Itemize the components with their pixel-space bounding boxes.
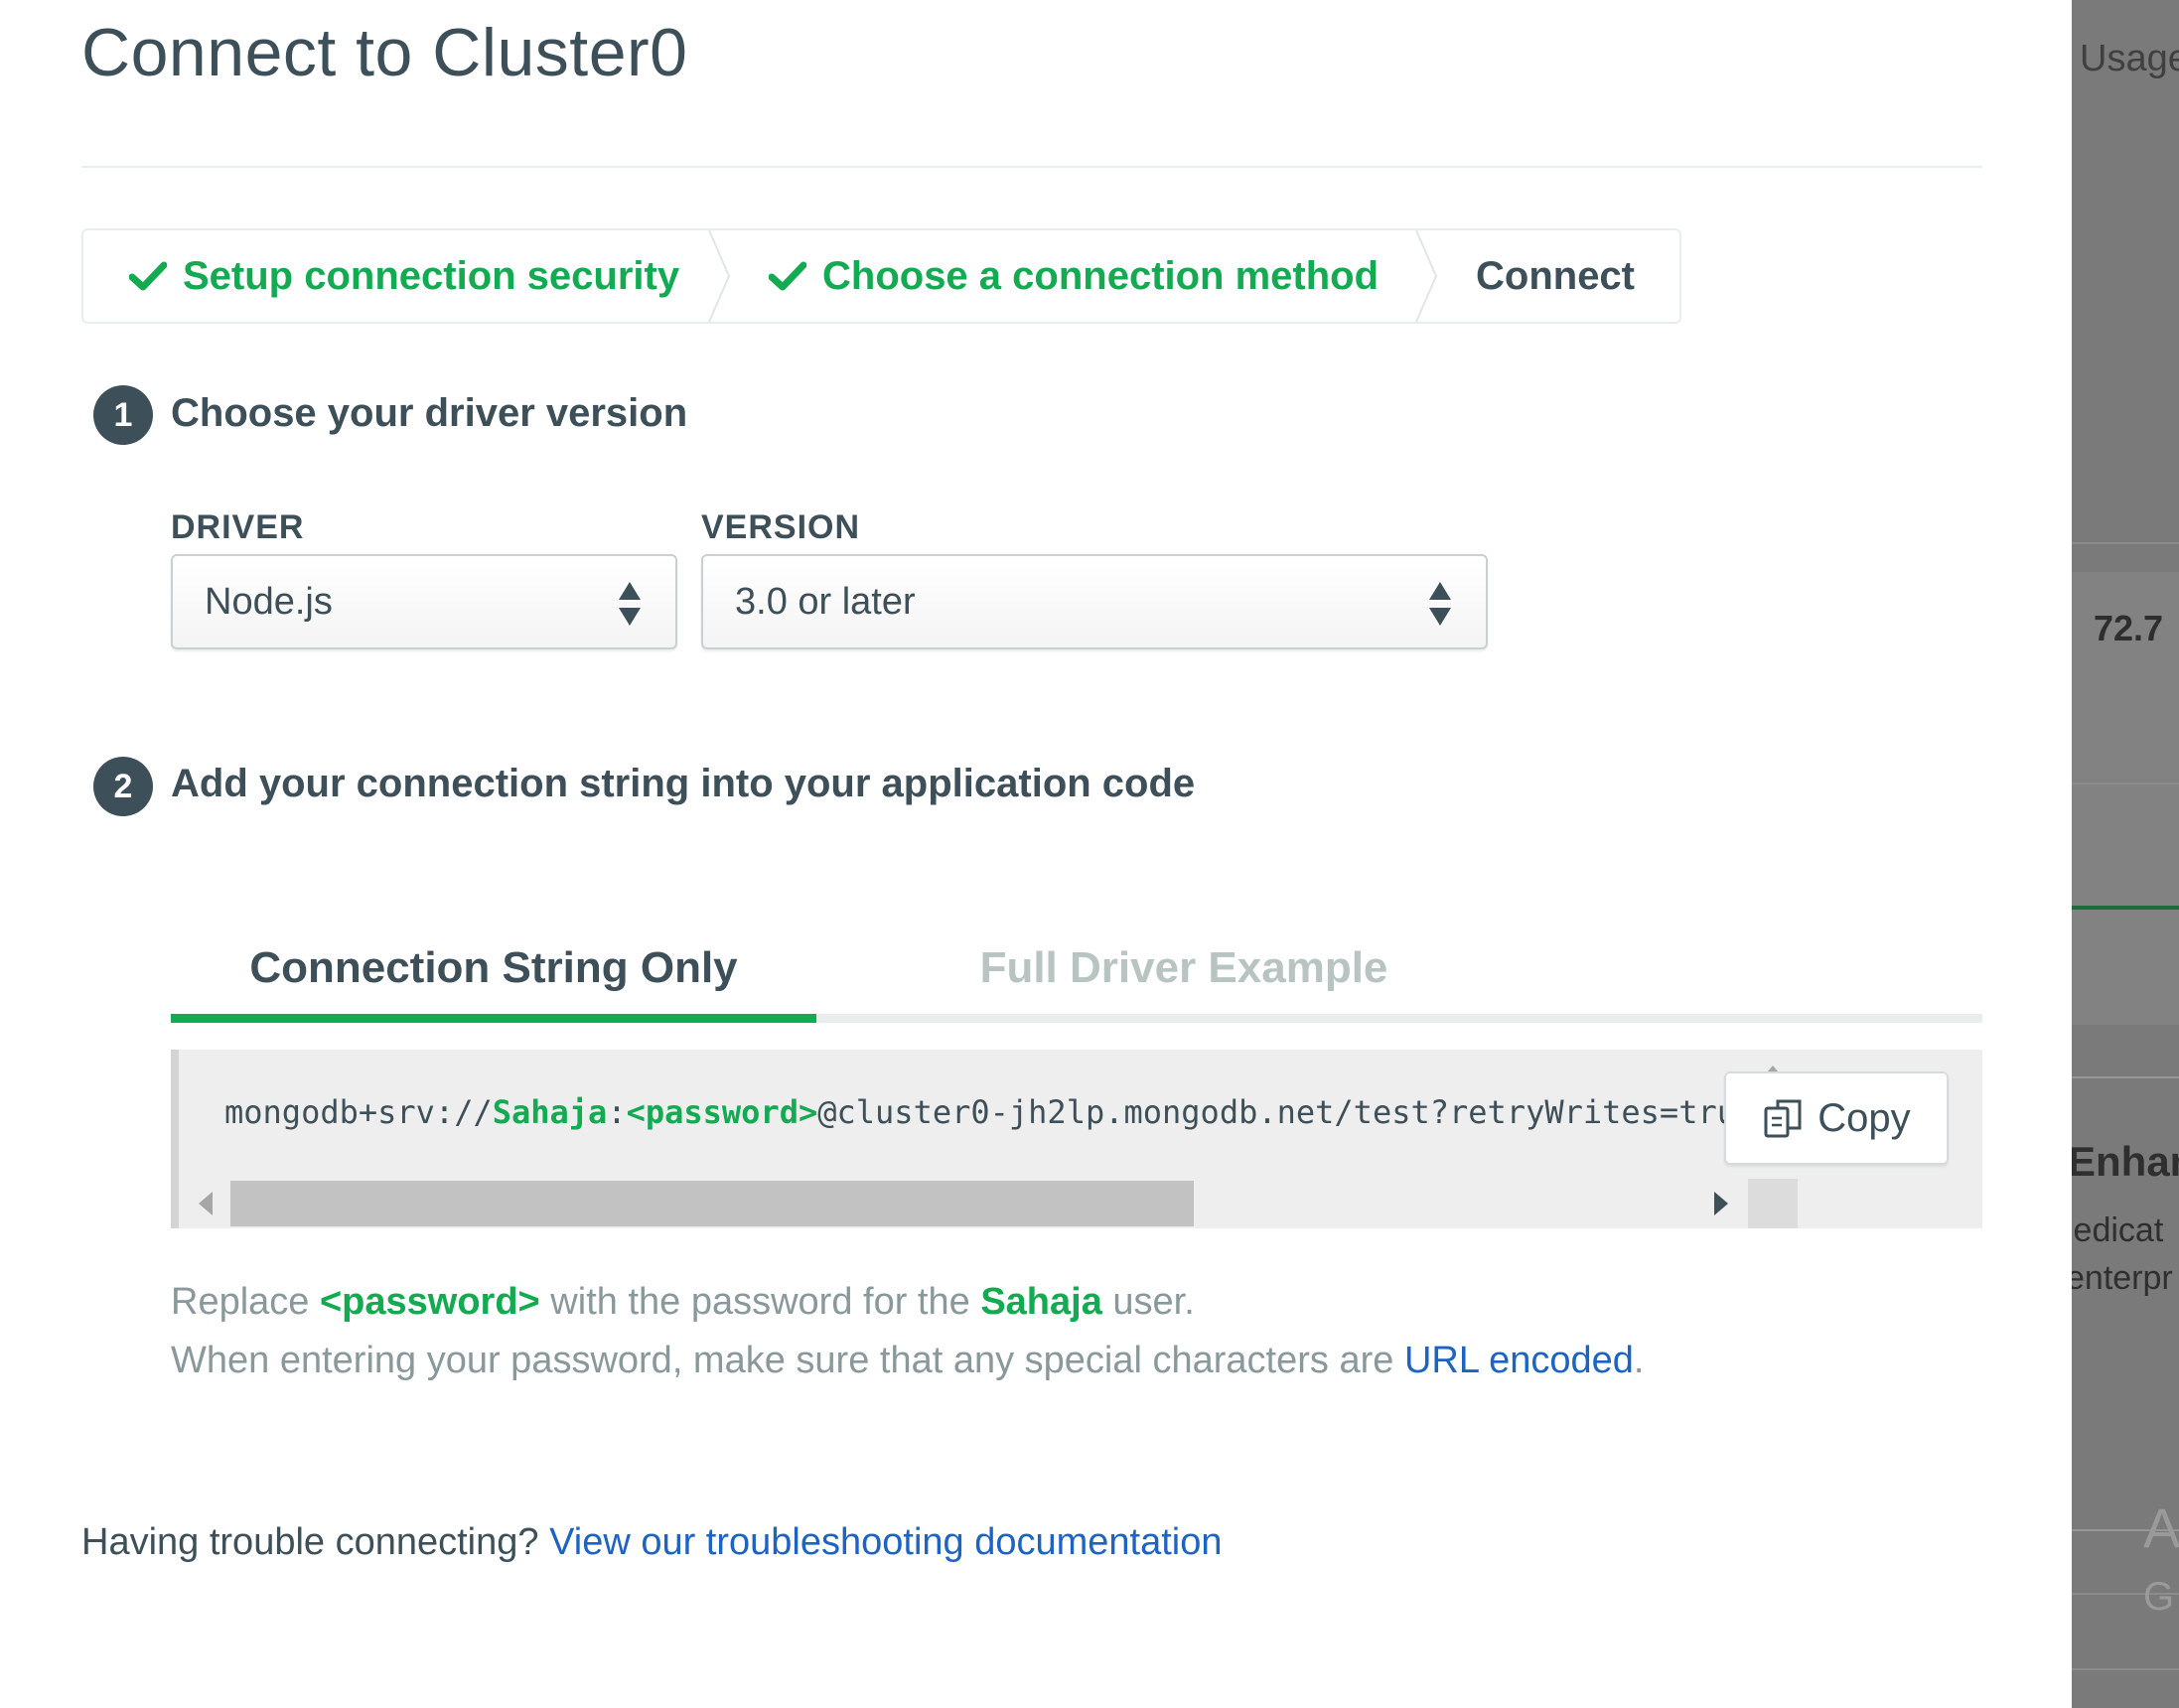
modal-title: Connect to Cluster0 [81, 15, 688, 90]
copy-button[interactable]: Copy [1724, 1071, 1949, 1165]
select-arrows-icon [1429, 582, 1451, 626]
bg-letter-g: G [2143, 1575, 2175, 1619]
step-choose-method[interactable]: Choose a connection method [769, 230, 1379, 322]
conn-user: Sahaja [492, 1093, 608, 1131]
version-label: VERSION [701, 508, 861, 546]
step-setup-security[interactable]: Setup connection security [129, 230, 679, 322]
scroll-right-icon[interactable] [1714, 1192, 1728, 1215]
version-select-value: 3.0 or later [735, 580, 916, 623]
horizontal-scrollbar[interactable] [179, 1179, 1748, 1228]
connect-modal: Connect to Cluster0 Setup connection sec… [0, 0, 2072, 1708]
title-divider [81, 166, 1982, 168]
select-arrows-icon [619, 582, 641, 626]
url-encoded-link[interactable]: URL encoded [1404, 1340, 1634, 1381]
copy-icon [1764, 1099, 1802, 1138]
conn-sep: : [607, 1093, 627, 1131]
note-text: . [1633, 1340, 1645, 1381]
note-text: Replace [171, 1281, 320, 1323]
scroll-left-icon[interactable] [199, 1192, 213, 1215]
driver-label: DRIVER [171, 508, 305, 546]
bg-value: 72.7 [2094, 608, 2164, 648]
troubleshooting-line: Having trouble connecting? View our trou… [81, 1521, 1223, 1564]
driver-select-value: Node.js [205, 580, 333, 623]
step-number-badge: 1 [93, 385, 153, 445]
copy-label: Copy [1817, 1095, 1911, 1140]
horizontal-scroll-thumb[interactable] [230, 1181, 1194, 1226]
tab-full-driver-example[interactable]: Full Driver Example [856, 924, 1512, 1013]
conn-suffix: @cluster0-jh2lp.mongodb.net/test?retryWr… [817, 1093, 1748, 1131]
note-text: When entering your password, make sure t… [171, 1340, 1404, 1381]
step-label: Setup connection security [183, 253, 680, 298]
bg-green-line [2072, 906, 2179, 910]
background-overlay: Usage 72.7 Enhan ledicat enterpr A G [2072, 0, 2179, 1708]
section-title-connection-string: Add your connection string into your app… [171, 762, 1196, 805]
step-separator [708, 230, 731, 322]
step-number-badge: 2 [93, 757, 153, 816]
step-label: Connect [1476, 253, 1635, 298]
step-separator [1415, 230, 1438, 322]
scroll-corner [1748, 1179, 1798, 1228]
check-icon [769, 261, 806, 291]
note-password-placeholder: <password> [319, 1281, 540, 1323]
bg-usage-text: Usage [2080, 38, 2179, 79]
bg-heading: Enhan [2072, 1138, 2179, 1185]
connection-tabs: Connection String Only Full Driver Examp… [171, 924, 1982, 1023]
conn-prefix: mongodb+srv:// [224, 1093, 493, 1131]
version-select[interactable]: 3.0 or later [701, 554, 1488, 649]
bg-desc-line2: enterpr [2072, 1259, 2173, 1297]
conn-password: <password> [626, 1093, 818, 1131]
tab-connection-string-only[interactable]: Connection String Only [171, 924, 816, 1013]
bg-divider [2072, 1668, 2179, 1670]
active-tab-indicator [171, 1014, 816, 1023]
step-label: Choose a connection method [822, 253, 1380, 298]
bg-divider [2072, 542, 2179, 544]
troubleshooting-link[interactable]: View our troubleshooting documentation [549, 1521, 1222, 1563]
wizard-steps: Setup connection security Choose a conne… [81, 228, 1681, 324]
step-connect[interactable]: Connect [1476, 230, 1635, 322]
password-note: Replace <password> with the password for… [171, 1281, 1195, 1324]
check-icon [129, 261, 167, 291]
bg-dashed-divider [2072, 1076, 2179, 1078]
connection-string-box: mongodb+srv://Sahaja:<password>@cluster0… [171, 1050, 1982, 1228]
url-encoding-note: When entering your password, make sure t… [171, 1340, 1644, 1382]
note-text: user. [1101, 1281, 1195, 1323]
bg-letter-a: A [2143, 1496, 2179, 1559]
bg-desc-line1: ledicat [2072, 1211, 2164, 1249]
trouble-text: Having trouble connecting? [81, 1521, 550, 1563]
note-text: with the password for the [539, 1281, 981, 1323]
section-title-driver: Choose your driver version [171, 391, 688, 435]
driver-select[interactable]: Node.js [171, 554, 677, 649]
connection-string-text[interactable]: mongodb+srv://Sahaja:<password>@cluster0… [179, 1050, 1748, 1177]
codebox-edge [171, 1050, 179, 1228]
note-username: Sahaja [980, 1281, 1102, 1323]
bg-divider [2072, 783, 2179, 784]
